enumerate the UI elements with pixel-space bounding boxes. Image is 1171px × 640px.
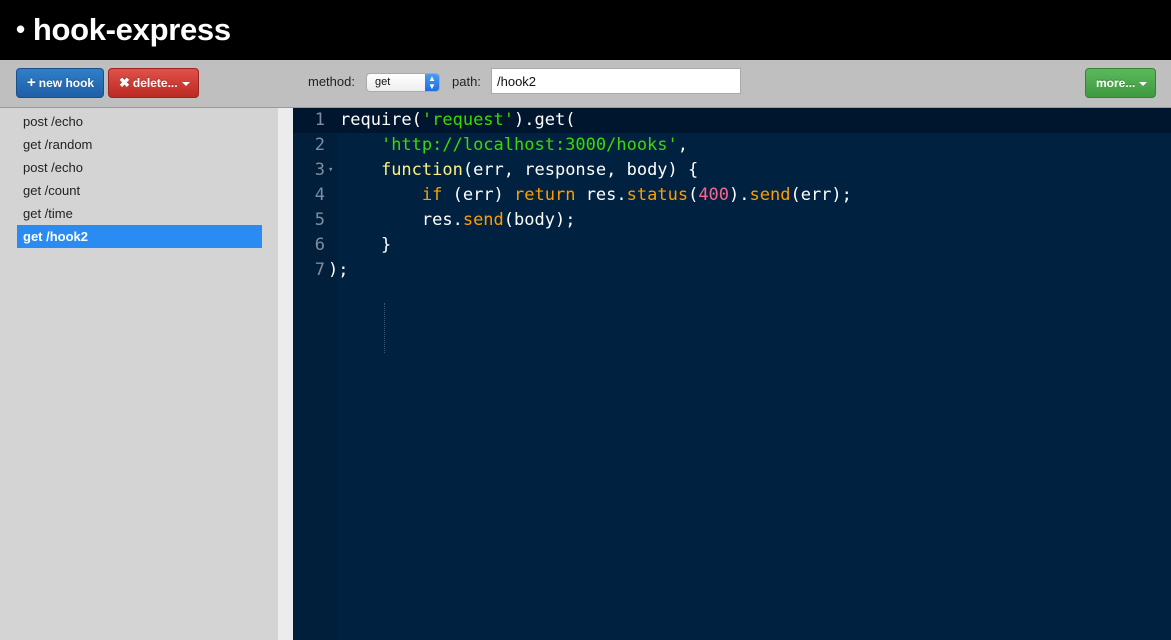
sidebar-item-get-time[interactable]: get /time [17,202,262,225]
code-text: require('request').get( [340,110,576,130]
sidebar-item-post-echo[interactable]: post /echo [17,110,262,133]
fold-arrow-icon[interactable]: ▾ [328,158,333,183]
hooks-list: post /echo get /random post /echo get /c… [17,110,262,248]
code-text: 'http://localhost:3000/hooks', [380,135,689,155]
code-line-1: 1 require('request').get( [293,108,1171,133]
path-label: path: [452,74,481,89]
pane-divider[interactable] [278,108,293,640]
new-hook-button[interactable]: + new hook [16,68,104,98]
line-number: 4 [314,185,325,205]
code-line-5: 5 res.send(body); [293,208,1171,233]
code-line-6: 6 } [293,233,1171,258]
chevron-down-icon [181,81,190,86]
x-icon: ✖ [119,75,130,90]
app-title-text: hook-express [32,12,231,47]
line-number: 6 [314,235,325,255]
method-value: get [375,76,391,88]
app-header: • hook-express [0,0,1171,60]
chevron-down-icon [1139,81,1148,86]
line-number: 5 [314,210,325,230]
line-number: 1 [314,110,325,130]
hooks-sidebar: post /echo get /random post /echo get /c… [0,108,278,640]
method-select[interactable]: get ▲ ▼ [366,73,440,92]
new-hook-label: new hook [38,76,95,90]
more-label: more... [1096,76,1136,90]
code-line-7: 7 ); [293,258,1171,283]
title-bullet: • [16,14,25,44]
method-label: method: [308,74,355,89]
sidebar-item-post-echo-2[interactable]: post /echo [17,156,262,179]
path-input[interactable] [491,68,741,94]
indent-guide [384,303,385,353]
sidebar-item-get-random[interactable]: get /random [17,133,262,156]
line-number: 2 [314,135,325,155]
more-button[interactable]: more... [1085,68,1156,98]
sidebar-item-get-hook2[interactable]: get /hook2 [17,225,262,248]
select-arrows-icon: ▲ ▼ [425,74,439,91]
code-editor[interactable]: 1 require('request').get( 2 'http://loca… [293,108,1171,640]
code-text: if (err) return res.status(400).send(err… [421,185,852,205]
code-line-4: 4 if (err) return res.status(400).send(e… [293,183,1171,208]
code-line-3: 3 ▾ function(err, response, body) { [293,158,1171,183]
plus-icon: + [27,74,36,91]
code-line-2: 2 'http://localhost:3000/hooks', [293,133,1171,158]
line-number: 7 [314,260,325,280]
line-number: 3 [314,160,325,180]
code-text: function(err, response, body) { [380,160,699,180]
delete-button[interactable]: ✖ delete... [108,68,199,98]
code-text: } [340,235,392,255]
sidebar-item-get-count[interactable]: get /count [17,179,262,202]
code-text: ); [328,260,349,280]
app-title: • hook-express [16,10,231,51]
delete-label: delete... [132,76,178,90]
code-text: res.send(body); [340,210,576,230]
